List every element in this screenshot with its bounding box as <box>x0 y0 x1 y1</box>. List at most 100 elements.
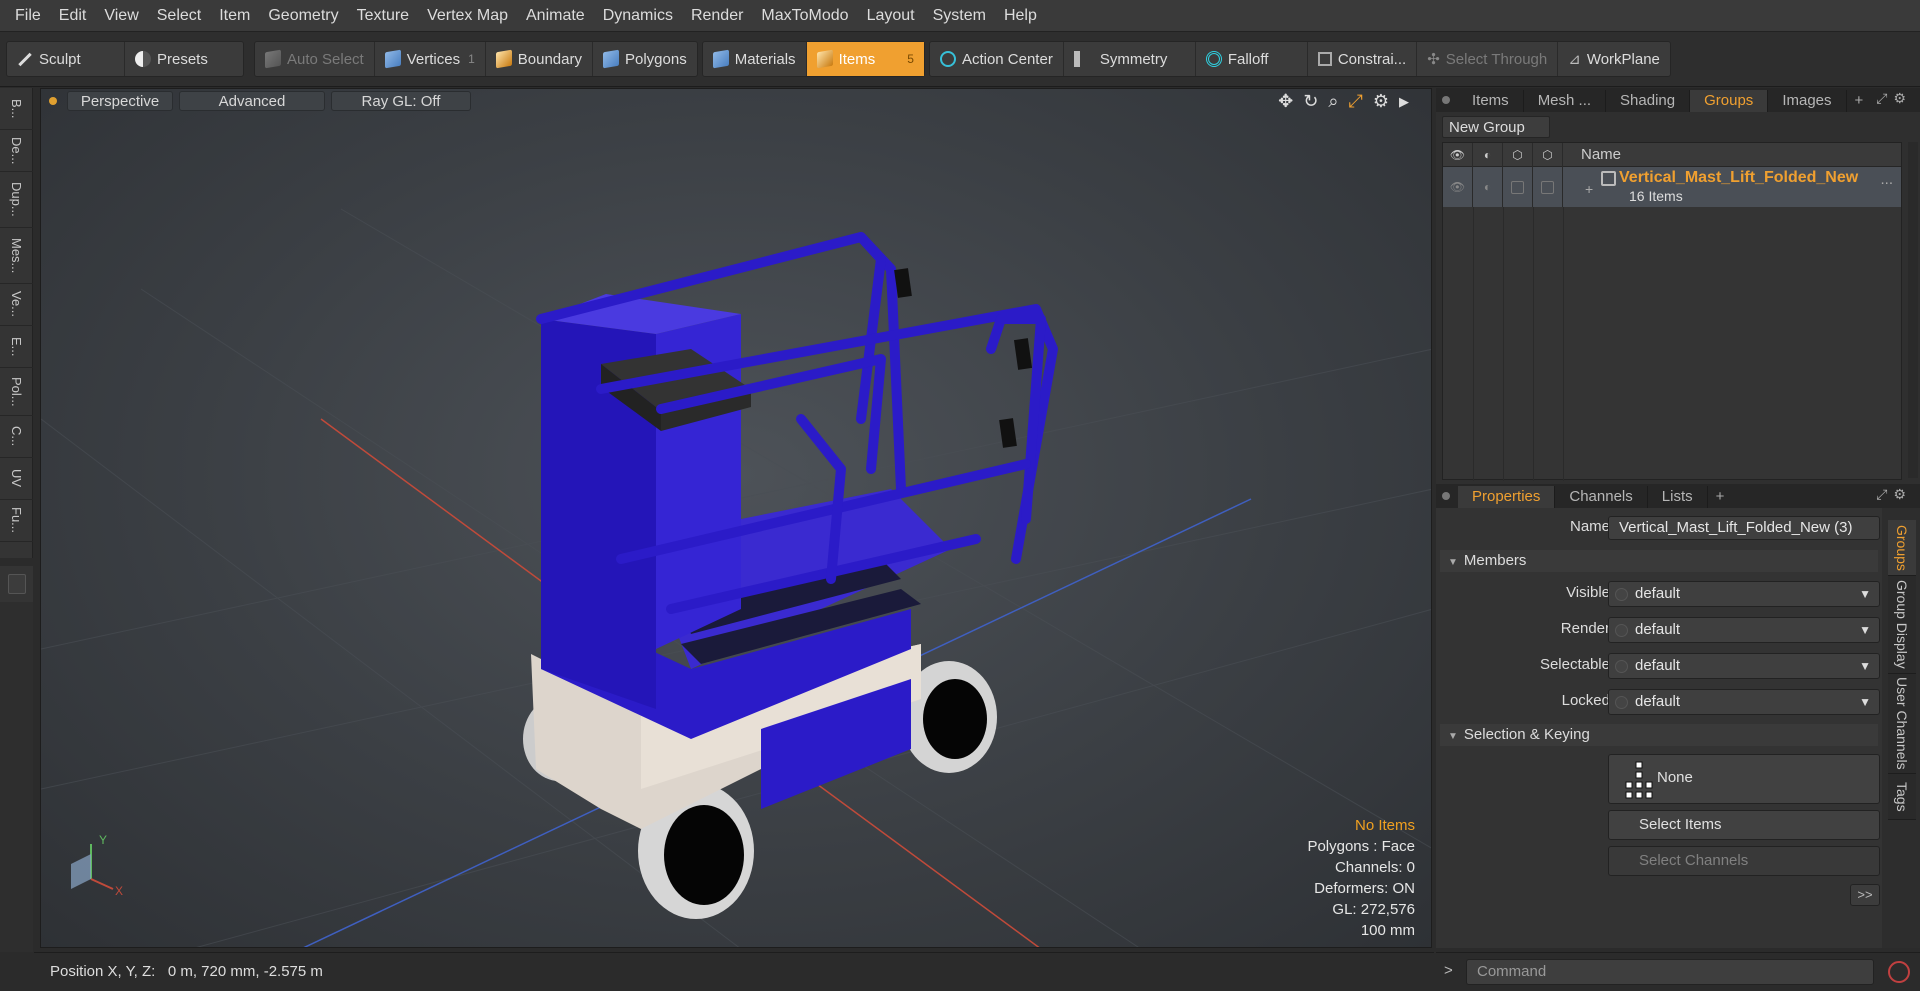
move-icon[interactable]: ✥ <box>1278 91 1293 112</box>
render-select[interactable]: default ▼ <box>1608 617 1880 643</box>
name-column-header[interactable]: Name <box>1563 146 1621 163</box>
left-tab-curve[interactable]: C... <box>0 416 33 458</box>
sculpt-button[interactable]: Sculpt <box>7 42 125 76</box>
groups-scrollbar[interactable] <box>1908 142 1918 478</box>
items-button[interactable]: Items 5 <box>806 42 924 76</box>
selection-keying-section[interactable]: ▼ Selection & Keying <box>1440 724 1878 746</box>
left-tab-uv[interactable]: UV <box>0 458 33 500</box>
command-input[interactable]: Command <box>1466 959 1874 985</box>
menu-help[interactable]: Help <box>995 0 1046 32</box>
menu-edit[interactable]: Edit <box>50 0 96 32</box>
menu-file[interactable]: File <box>6 0 50 32</box>
row-expand-icon[interactable]: + <box>1585 181 1593 197</box>
tab-items[interactable]: Items <box>1458 90 1524 112</box>
fit-icon[interactable]: ⤢ <box>1348 91 1362 112</box>
left-tab-fusion[interactable]: Fu... <box>0 500 33 542</box>
locked-radio[interactable] <box>1615 696 1628 709</box>
menu-geometry[interactable]: Geometry <box>259 0 347 32</box>
panel-expand-icon[interactable]: ⤢⚙ <box>1876 90 1912 107</box>
workplane-button[interactable]: ⊿ WorkPlane <box>1558 42 1670 76</box>
boundary-button[interactable]: Boundary <box>486 42 593 76</box>
row-select-checkbox[interactable] <box>1533 167 1563 207</box>
select-through-button[interactable]: ✣ Select Through <box>1417 42 1559 76</box>
menu-view[interactable]: View <box>95 0 147 32</box>
props-expand-icon[interactable]: ⤢⚙ <box>1876 486 1912 503</box>
expand-arrow-icon[interactable]: ▶ <box>1399 94 1409 110</box>
name-field[interactable]: Vertical_Mast_Lift_Folded_New (3) <box>1608 516 1880 540</box>
tab-channels[interactable]: Channels <box>1555 486 1648 508</box>
tab-images[interactable]: Images <box>1768 90 1847 112</box>
tab-groups[interactable]: Groups <box>1690 90 1769 112</box>
render-radio[interactable] <box>1615 624 1628 637</box>
raygl-dropdown[interactable]: Ray GL: Off <box>331 91 471 111</box>
record-icon[interactable] <box>1888 961 1910 983</box>
vtab-user-channels[interactable]: User Channels <box>1888 674 1916 774</box>
vtab-tags[interactable]: Tags <box>1888 774 1916 820</box>
add-tab-button[interactable]: + <box>1847 90 1872 112</box>
menu-vertex-map[interactable]: Vertex Map <box>418 0 517 32</box>
symmetry-button[interactable]: Symmetry <box>1064 42 1196 76</box>
members-section[interactable]: ▼ Members <box>1440 550 1878 572</box>
locked-select[interactable]: default ▼ <box>1608 689 1880 715</box>
constraints-button[interactable]: Constrai... <box>1308 42 1418 76</box>
left-tab-deform[interactable]: De... <box>0 130 33 172</box>
menu-layout[interactable]: Layout <box>858 0 924 32</box>
3d-viewport[interactable]: Y X Perspective Advanced Ray GL: Off ✥ ↻… <box>40 88 1432 948</box>
left-tab-duplicate[interactable]: Dup... <box>0 172 33 228</box>
render-column-icon[interactable]: ◐ <box>1473 142 1503 167</box>
menu-render[interactable]: Render <box>682 0 752 32</box>
selectable-radio[interactable] <box>1615 660 1628 673</box>
tab-mesh[interactable]: Mesh ... <box>1524 90 1607 112</box>
tabbar-menu-dot[interactable] <box>1442 96 1450 104</box>
zoom-icon[interactable]: ⌕ <box>1328 91 1338 112</box>
row-lock-checkbox[interactable] <box>1503 167 1533 207</box>
left-tab-basic[interactable]: B... <box>0 88 33 130</box>
visible-select[interactable]: default ▼ <box>1608 581 1880 607</box>
perspective-dropdown[interactable]: Perspective <box>67 91 173 111</box>
vertices-button[interactable]: Vertices 1 <box>375 42 486 76</box>
polygons-button[interactable]: Polygons <box>593 42 697 76</box>
select-column-icon[interactable]: ⬡ <box>1533 142 1563 167</box>
visibility-column-icon[interactable]: 👁 <box>1443 142 1473 167</box>
select-items-button[interactable]: Select Items <box>1608 810 1880 840</box>
menu-item[interactable]: Item <box>210 0 259 32</box>
advanced-dropdown[interactable]: Advanced <box>179 91 325 111</box>
menu-texture[interactable]: Texture <box>348 0 418 32</box>
menu-maxtomodo[interactable]: MaxToModo <box>752 0 857 32</box>
rotate-icon[interactable]: ↻ <box>1303 91 1318 112</box>
selectable-select[interactable]: default ▼ <box>1608 653 1880 679</box>
menu-dynamics[interactable]: Dynamics <box>594 0 682 32</box>
row-more-icon[interactable]: ... <box>1880 171 1893 188</box>
action-center-button[interactable]: Action Center <box>930 42 1064 76</box>
visible-radio[interactable] <box>1615 588 1628 601</box>
row-render-icon[interactable]: ◐ <box>1473 167 1503 207</box>
viewport-menu-dot[interactable] <box>49 97 57 105</box>
lock-column-icon[interactable]: ⬡ <box>1503 142 1533 167</box>
menu-select[interactable]: Select <box>148 0 210 32</box>
keying-none-button[interactable]: None <box>1608 754 1880 804</box>
left-tab-vertex[interactable]: Ve... <box>0 284 33 326</box>
add-props-tab-button[interactable]: + <box>1708 486 1733 508</box>
left-tab-edge[interactable]: E... <box>0 326 33 368</box>
materials-button[interactable]: Materials <box>703 42 807 76</box>
tab-lists[interactable]: Lists <box>1648 486 1708 508</box>
falloff-button[interactable]: Falloff <box>1196 42 1308 76</box>
more-button[interactable]: >> <box>1850 884 1880 906</box>
menu-animate[interactable]: Animate <box>517 0 594 32</box>
row-visibility-icon[interactable]: 👁 <box>1443 167 1473 207</box>
left-strip-toggle[interactable] <box>8 574 26 594</box>
menu-system[interactable]: System <box>924 0 995 32</box>
left-tab-mesh[interactable]: Mes... <box>0 228 33 284</box>
new-group-button[interactable]: New Group <box>1442 116 1550 138</box>
tab-properties[interactable]: Properties <box>1458 486 1556 508</box>
presets-button[interactable]: Presets <box>125 42 243 76</box>
vtab-groups[interactable]: Groups <box>1888 520 1916 576</box>
select-channels-button[interactable]: Select Channels <box>1608 846 1880 876</box>
vtab-group-display[interactable]: Group Display <box>1888 576 1916 674</box>
gear-icon[interactable]: ⚙ <box>1373 91 1389 112</box>
left-tab-polygon[interactable]: Pol... <box>0 368 33 416</box>
tab-shading[interactable]: Shading <box>1606 90 1691 112</box>
auto-select-button[interactable]: Auto Select <box>255 42 375 76</box>
group-row[interactable]: 👁 ◐ + Vertical_Mast_Lift_Folded_New 16 I… <box>1443 167 1901 207</box>
props-menu-dot[interactable] <box>1442 492 1450 500</box>
